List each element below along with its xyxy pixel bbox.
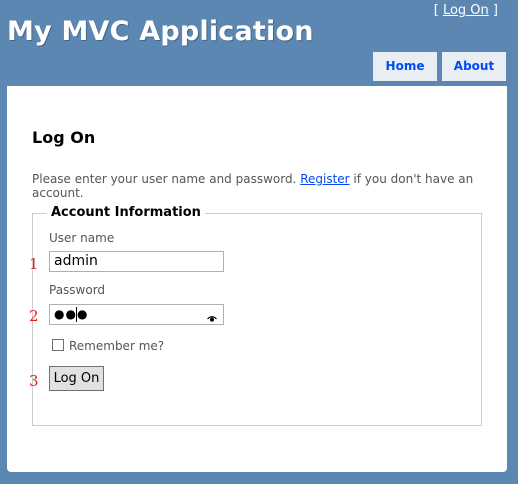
remember-me-label[interactable]: Remember me? (69, 339, 164, 353)
intro-text-start: Please enter your user name and password… (32, 172, 301, 186)
log-on-button[interactable]: Log On (49, 366, 104, 391)
remember-me-checkbox[interactable] (52, 339, 64, 351)
password-mask: ●●● (54, 307, 89, 321)
login-display: [ Log On ] (434, 3, 498, 18)
tab-about[interactable]: About (442, 52, 506, 81)
annotation-marker-2: 2 (29, 307, 39, 325)
annotation-marker-1: 1 (29, 255, 39, 273)
fieldset-legend: Account Information (47, 205, 205, 220)
password-field[interactable]: ●●● (49, 304, 224, 325)
main-content: Log On Please enter your user name and p… (7, 86, 507, 472)
tab-home[interactable]: Home (373, 52, 437, 81)
log-on-link[interactable]: Log On (443, 3, 489, 18)
username-field[interactable]: admin (49, 251, 224, 272)
username-label: User name (49, 231, 115, 245)
text-caret (76, 307, 77, 322)
page-title: Log On (32, 128, 96, 147)
login-bracket-open: [ (433, 3, 443, 18)
annotation-marker-3: 3 (29, 372, 39, 390)
login-bracket-close: ] (488, 3, 498, 18)
app-title: My MVC Application (7, 16, 314, 47)
password-label: Password (49, 283, 106, 297)
intro-text: Please enter your user name and password… (32, 172, 507, 200)
eye-icon[interactable] (207, 310, 217, 329)
register-link[interactable]: Register (300, 172, 349, 186)
